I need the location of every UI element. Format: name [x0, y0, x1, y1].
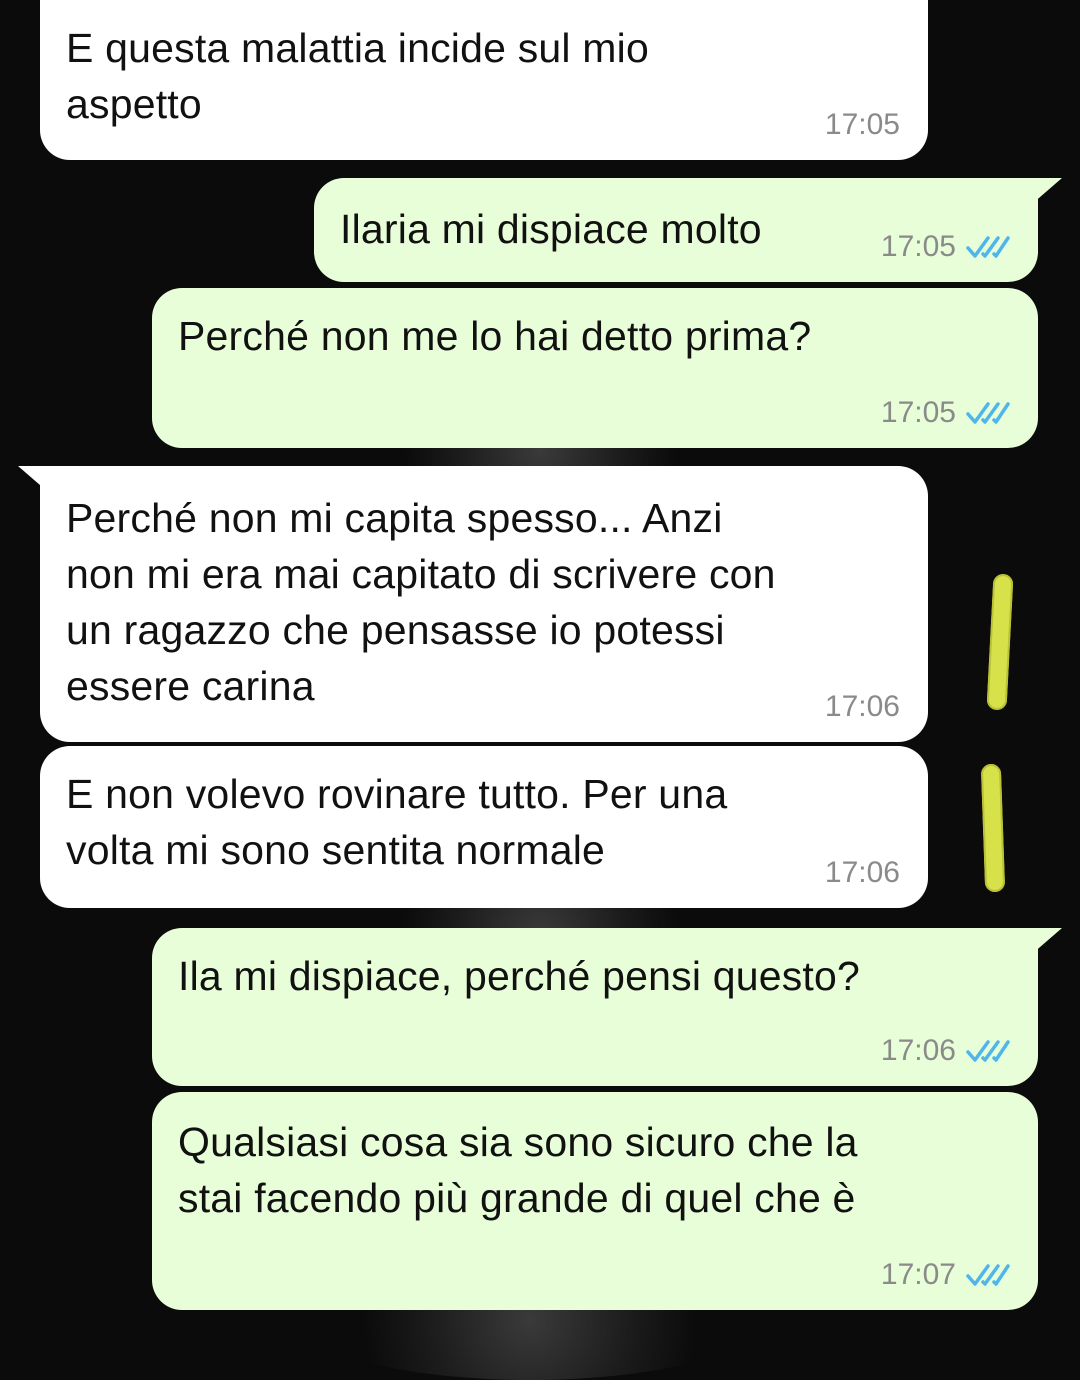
message-meta: 17:05: [881, 396, 1010, 430]
message-time: 17:05: [880, 396, 956, 429]
message-bubble-outgoing[interactable]: Ila mi dispiace, perché pensi questo? 17…: [152, 928, 1062, 1086]
message-bubble-outgoing[interactable]: Qualsiasi cosa sia sono sicuro che la st…: [152, 1092, 1038, 1310]
double-check-icon: [966, 402, 1010, 424]
message-meta: 17:06: [825, 690, 900, 724]
message-time: 17:06: [824, 856, 900, 889]
double-check-icon: [966, 236, 1010, 258]
message-bubble-incoming[interactable]: E non volevo rovinare tutto. Per una vol…: [40, 746, 928, 908]
message-time: 17:05: [880, 230, 956, 263]
message-time: 17:06: [824, 690, 900, 723]
double-check-icon: [966, 1264, 1010, 1286]
message-text: Perché non mi capita spesso... Anzi non …: [66, 495, 776, 709]
message-meta: 17:06: [825, 856, 900, 890]
message-text: Perché non me lo hai detto prima?: [178, 313, 812, 359]
message-bubble-incoming[interactable]: E questa malattia incide sul mio aspetto…: [40, 0, 928, 160]
message-text: Qualsiasi cosa sia sono sicuro che la st…: [178, 1119, 858, 1221]
message-meta: 17:05: [881, 230, 1010, 264]
highlight-mark: [980, 763, 1006, 893]
double-check-icon: [966, 1040, 1010, 1062]
message-time: 17:05: [824, 108, 900, 141]
message-time: 17:07: [880, 1258, 956, 1291]
message-meta: 17:07: [881, 1258, 1010, 1292]
message-meta: 17:06: [881, 1034, 1010, 1068]
message-text: Ila mi dispiace, perché pensi questo?: [178, 953, 861, 999]
message-time: 17:06: [880, 1034, 956, 1067]
message-meta: 17:05: [825, 108, 900, 142]
highlight-mark: [986, 573, 1014, 711]
message-bubble-incoming[interactable]: Perché non mi capita spesso... Anzi non …: [18, 466, 928, 742]
message-text: E non volevo rovinare tutto. Per una vol…: [66, 771, 728, 873]
message-bubble-outgoing[interactable]: Ilaria mi dispiace molto 17:05: [314, 178, 1062, 282]
message-text: E questa malattia incide sul mio aspetto: [66, 25, 649, 127]
message-bubble-outgoing[interactable]: Perché non me lo hai detto prima? 17:05: [152, 288, 1038, 448]
